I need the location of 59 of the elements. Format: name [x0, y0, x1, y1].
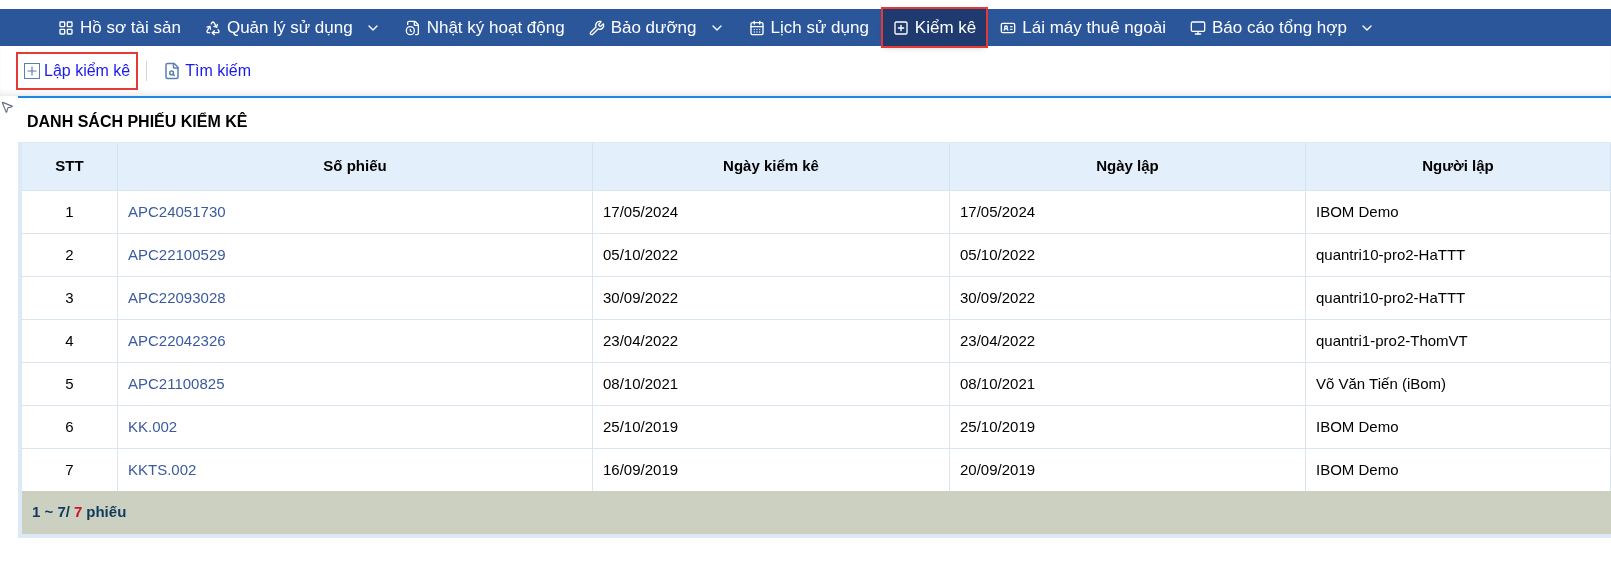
table-cell: quantri1-pro2-ThomVT — [1306, 320, 1611, 362]
table-cell: 17/05/2024 — [593, 191, 950, 233]
table-cell: 3 — [22, 277, 118, 319]
recycle-icon — [204, 19, 221, 36]
table-cell: 23/04/2022 — [950, 320, 1306, 362]
table-cell: 05/10/2022 — [593, 234, 950, 276]
voucher-link[interactable]: APC24051730 — [118, 191, 593, 233]
table-cell: 08/10/2021 — [950, 363, 1306, 405]
table-cell: 30/09/2022 — [950, 277, 1306, 319]
nav-item[interactable]: Lái máy thuê ngoài — [990, 9, 1176, 46]
column-header: Ngày lập — [950, 143, 1306, 190]
table-cell: 6 — [22, 406, 118, 448]
table-cell: IBOM Demo — [1306, 191, 1611, 233]
nav-item[interactable]: Quản lý sử dụng — [194, 9, 391, 46]
record-total: 7 — [73, 502, 83, 523]
table-cell: 5 — [22, 363, 118, 405]
table-cell: Võ Văn Tiến (iBom) — [1306, 363, 1611, 405]
table-cell: quantri10-pro2-HaTTT — [1306, 277, 1611, 319]
table-cell: 2 — [22, 234, 118, 276]
add-icon — [24, 63, 40, 79]
toolbar-button[interactable]: Lập kiểm kê — [18, 54, 137, 88]
table-cell: 30/09/2022 — [593, 277, 950, 319]
table-cell: IBOM Demo — [1306, 406, 1611, 448]
table-cell: 4 — [22, 320, 118, 362]
record-range: 1 ~ 7/ — [32, 502, 70, 523]
record-unit: phiếu — [86, 502, 127, 523]
voucher-link[interactable]: APC21100825 — [118, 363, 593, 405]
table-cell: 25/10/2019 — [950, 406, 1306, 448]
table-cell: 17/05/2024 — [950, 191, 1306, 233]
wrench-icon — [588, 19, 605, 36]
table-cell: 25/10/2019 — [593, 406, 950, 448]
column-header: Số phiếu — [118, 143, 593, 190]
voucher-link[interactable]: APC22042326 — [118, 320, 593, 362]
column-header: Ngày kiểm kê — [593, 143, 950, 190]
nav-item[interactable]: Kiểm kê — [882, 9, 987, 46]
calendar-icon — [748, 19, 765, 36]
table-cell: 08/10/2021 — [593, 363, 950, 405]
nav-item[interactable]: Nhật ký hoạt động — [394, 9, 575, 46]
voucher-link[interactable]: APC22100529 — [118, 234, 593, 276]
toolbar-button[interactable]: Tìm kiếm — [157, 54, 258, 88]
voucher-link[interactable]: KK.002 — [118, 406, 593, 448]
add-square-icon — [892, 19, 909, 36]
voucher-link[interactable]: APC22093028 — [118, 277, 593, 319]
nav-item[interactable]: Bảo dưỡng — [578, 9, 735, 46]
nav-item[interactable]: Hồ sơ tài sản — [48, 9, 191, 46]
document-icon — [404, 19, 421, 36]
nav-item[interactable]: Lịch sử dụng — [738, 9, 879, 46]
grid-icon — [58, 19, 74, 36]
nav-item[interactable]: Báo cáo tổng hợp — [1179, 9, 1385, 46]
table-cell: 1 — [22, 191, 118, 233]
table-cell: quantri10-pro2-HaTTT — [1306, 234, 1611, 276]
table-cell: 05/10/2022 — [950, 234, 1306, 276]
cursor-icon — [0, 100, 14, 114]
search-icon — [163, 62, 182, 80]
column-header: Người lập — [1306, 143, 1611, 190]
monitor-icon — [1189, 19, 1206, 36]
section-title: DANH SÁCH PHIẾU KIỂM KÊ — [27, 113, 248, 130]
table-cell: 23/04/2022 — [593, 320, 950, 362]
column-header: STT — [22, 143, 118, 190]
